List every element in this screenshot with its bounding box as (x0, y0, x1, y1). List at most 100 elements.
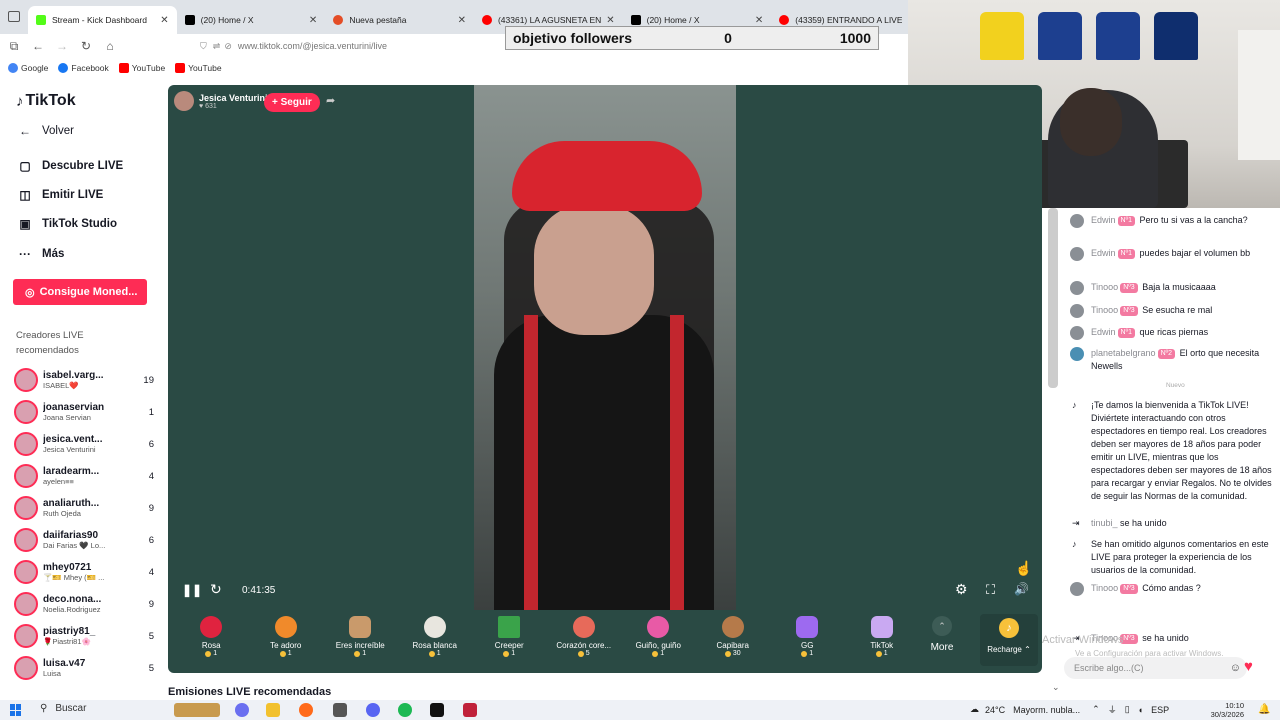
creator-item[interactable]: mhey0721 🍸🎫 Mhey (🎫 ... 4 (14, 557, 154, 587)
creator-item[interactable]: daiifarias90 Dai Farias 🖤 Lo... 6 (14, 525, 154, 555)
chevron-up-icon[interactable]: ⌃ (1092, 704, 1100, 715)
gift-item[interactable]: Rosa blanca 1 (398, 610, 473, 670)
nav-more[interactable]: ··· Más (16, 247, 64, 261)
host-info[interactable]: Jesica Venturini ♥ 631 (174, 91, 268, 111)
usb-icon[interactable]: ⏚ (1108, 703, 1117, 716)
browser-tab[interactable]: Stream - Kick Dashboard ✕ (28, 6, 177, 34)
bookmark-youtube[interactable]: YouTube (175, 63, 222, 73)
browser-tab[interactable]: (20) Home / X ✕ (177, 6, 326, 34)
bookmark-facebook[interactable]: Facebook (58, 63, 109, 73)
rank-badge: Nº2 (1157, 349, 1176, 359)
gift-price: 1 (511, 650, 516, 657)
emoji-icon[interactable]: ☺ (1230, 662, 1241, 674)
weather-temp[interactable]: 24°C (985, 705, 1005, 715)
tracking-icon[interactable]: ⇌ (213, 41, 221, 52)
chevron-down-icon[interactable]: ⌄ (1052, 682, 1060, 693)
firefox-icon[interactable] (299, 703, 313, 717)
tiktok-logo[interactable]: ♪ TikTok (16, 92, 76, 110)
gift-item[interactable]: Eres increíble 1 (323, 610, 398, 670)
creator-item[interactable]: luisa.v47 Luisa 5 (14, 653, 154, 683)
file-explorer-icon[interactable] (266, 703, 280, 717)
chat-username[interactable]: Tinooo (1091, 583, 1118, 593)
settings-icon[interactable]: ⚙ (955, 581, 968, 598)
kick-app-icon[interactable] (430, 703, 444, 717)
chat-username[interactable]: Edwin (1091, 215, 1116, 225)
collections-icon[interactable]: ⧉ (4, 36, 24, 56)
creator-item[interactable]: analiaruth... Ruth Ojeda 9 (14, 493, 154, 523)
gift-item[interactable]: Te adoro 1 (249, 610, 324, 670)
windows-start-icon[interactable] (10, 704, 22, 716)
creator-item[interactable]: joanaservian Joana Servian 1 (14, 397, 154, 427)
tab-actions-icon[interactable] (8, 11, 20, 22)
gift-item[interactable]: GG 1 (770, 610, 845, 670)
site-info-icon[interactable]: ⛉ (200, 41, 207, 52)
chat-scrollbar[interactable] (1048, 208, 1058, 388)
video-frame-shape (512, 141, 702, 211)
language-indicator[interactable]: ESP (1151, 705, 1169, 715)
nav-discover-live[interactable]: ▢ Descubre LIVE (16, 159, 123, 173)
reload-icon[interactable]: ↻ (76, 36, 96, 56)
creator-item[interactable]: isabel.varg... ISABEL❤️ 19 (14, 365, 154, 395)
url-field[interactable]: ⛉ ⇌ ⊘ www.tiktok.com/@jesica.venturini/l… (200, 37, 510, 55)
fullscreen-icon[interactable]: ⛶ (986, 582, 995, 598)
weather-text[interactable]: Mayorm. nubla... (1013, 705, 1080, 715)
spotify-icon[interactable] (398, 703, 412, 717)
network-icon[interactable]: ▯ (1125, 704, 1130, 715)
live-player[interactable]: Jesica Venturini ♥ 631 + Seguir ➦ ❚❚ ↻ 0… (168, 85, 1042, 673)
clock[interactable]: 10:10 30/3/2026 (1204, 701, 1244, 719)
creator-item[interactable]: jesica.vent... Jesica Venturini 6 (14, 429, 154, 459)
follow-button[interactable]: + Seguir (264, 93, 320, 112)
gift-item[interactable]: Creeper 1 (472, 610, 547, 670)
recharge-button[interactable]: ♪ Recharge ⌃ (980, 614, 1038, 666)
url-text: www.tiktok.com/@jesica.venturini/live (237, 41, 388, 51)
avatar (14, 656, 38, 680)
browser-tab[interactable]: Nueva pestaña ✕ (325, 6, 474, 34)
home-icon[interactable]: ⌂ (100, 36, 120, 56)
more-gifts-button[interactable]: ⌃ More (924, 616, 960, 664)
nav-go-live[interactable]: ◫ Emitir LIVE (16, 188, 103, 202)
volume-icon[interactable]: 🔊 (1014, 582, 1029, 596)
creator-item[interactable]: laradearm... ayelen≡≡ 4 (14, 461, 154, 491)
get-coins-button[interactable]: ◎ Consigue Moned... (13, 279, 147, 305)
bookmark-google[interactable]: Google (8, 63, 48, 73)
chat-username[interactable]: Tinooo (1091, 282, 1118, 292)
permissions-icon[interactable]: ⊘ (224, 41, 232, 52)
share-icon[interactable]: ➦ (326, 94, 335, 107)
like-heart-icon[interactable]: ♥ (1244, 658, 1253, 675)
back-button[interactable]: ← Volver (16, 124, 74, 138)
gift-item[interactable]: Capibara 30 (696, 610, 771, 670)
live-video[interactable] (474, 85, 736, 610)
chat-username[interactable]: planetabelgrano (1091, 348, 1156, 358)
bookmark-youtube[interactable]: YouTube (118, 63, 165, 73)
close-icon[interactable]: ✕ (458, 15, 466, 26)
chat-username[interactable]: Tinooo (1091, 305, 1118, 315)
creator-item[interactable]: piastriy81_ 🌹Piastri81🌸 5 (14, 621, 154, 651)
gift-item[interactable]: Guiño, guiño 1 (621, 610, 696, 670)
nav-tiktok-studio[interactable]: ▣ TikTok Studio (16, 217, 117, 231)
volume-icon[interactable]: ◖ (1138, 705, 1143, 715)
close-icon[interactable]: ✕ (160, 15, 168, 26)
pause-icon[interactable]: ❚❚ (182, 583, 202, 597)
taskbar-search[interactable]: ⚲ Buscar (40, 703, 86, 714)
close-icon[interactable]: ✕ (755, 15, 763, 26)
close-icon[interactable]: ✕ (309, 15, 317, 26)
chat-username[interactable]: Edwin (1091, 248, 1116, 258)
creator-item[interactable]: deco.nona... Noelia.Rodriguez 9 (14, 589, 154, 619)
jersey-image (980, 12, 1024, 60)
forward-arrow-icon[interactable]: → (52, 36, 72, 56)
app-icon[interactable] (333, 703, 347, 717)
gift-item[interactable]: TikTok 1 (845, 610, 920, 670)
close-icon[interactable]: ✕ (606, 15, 614, 26)
back-arrow-icon[interactable]: ← (28, 36, 48, 56)
discord-icon[interactable] (366, 703, 380, 717)
landscape-widget-icon[interactable] (174, 703, 220, 717)
notification-bell-icon[interactable]: 🔔 (1258, 704, 1270, 715)
chat-username[interactable]: Edwin (1091, 327, 1116, 337)
gift-item[interactable]: Corazón core... 5 (547, 610, 622, 670)
refresh-icon[interactable]: ↻ (210, 581, 222, 598)
obs-icon[interactable] (463, 703, 477, 717)
copilot-icon[interactable] (235, 703, 249, 717)
chat-username[interactable]: tinubi_ (1091, 518, 1118, 528)
chat-input[interactable]: Escribe algo...(C) ☺ (1064, 657, 1247, 679)
gift-item[interactable]: Rosa 1 (174, 610, 249, 670)
